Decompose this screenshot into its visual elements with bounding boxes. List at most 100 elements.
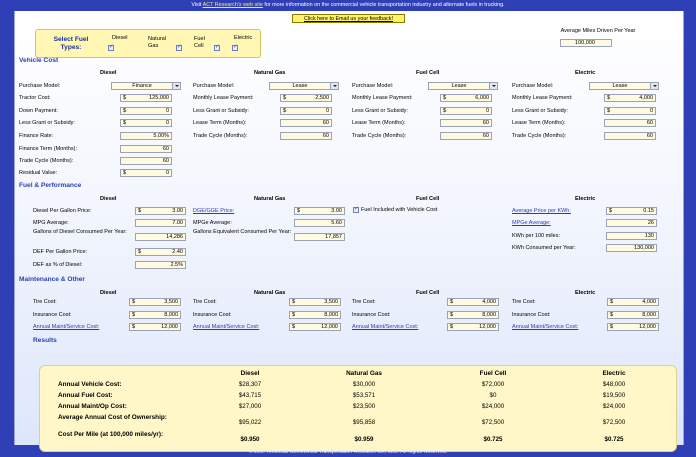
dge-price-link[interactable]: DGE/GGE Price:: [193, 208, 234, 215]
diesel-down-payment-input[interactable]: $0: [120, 107, 172, 115]
electric-checkbox[interactable]: [232, 44, 238, 51]
vehicle-col-el: Electric: [575, 70, 596, 76]
el-term-input[interactable]: 60: [604, 119, 656, 127]
el-kwhyr-label: KWh Consumed per Year:: [512, 245, 576, 251]
el-maint-input[interactable]: $12,000: [607, 323, 659, 331]
fc-tire-input[interactable]: $4,000: [447, 298, 499, 306]
fc-term-label: Lease Term (Months):: [352, 120, 406, 126]
el-maint-link[interactable]: Annual Maint/Service Cost:: [512, 324, 578, 331]
def-pct-label: DEF as % of Diesel:: [33, 262, 83, 268]
results-col-fc: Fuel Cell: [479, 370, 507, 377]
fc-cycle-label: Trade Cycle (Months):: [352, 133, 407, 139]
top-info-text-end: for more information on the commercial v…: [262, 2, 505, 8]
diesel-finance-rate-input[interactable]: 5.00%: [120, 132, 172, 140]
ng-insurance-input[interactable]: $8,000: [289, 311, 341, 319]
top-info-bar: Visit ACT Research's web site for more i…: [0, 0, 696, 11]
fc-term-input[interactable]: 60: [440, 119, 492, 127]
el-price-link[interactable]: Average Price per KWh:: [512, 208, 571, 215]
diesel-insurance-input[interactable]: $8,000: [129, 311, 181, 319]
diesel-checkbox[interactable]: [108, 44, 114, 51]
el-mpge-link[interactable]: MPGe Average:: [512, 220, 551, 227]
el-insurance-label: Insurance Cost:: [512, 312, 551, 318]
diesel-residual-label: Residual Value:: [19, 170, 58, 176]
el-avg-annual-cost: $72,500: [602, 419, 626, 426]
diesel-price-input[interactable]: $3.00: [135, 207, 186, 215]
diesel-maint-link[interactable]: Annual Maint/Service Cost:: [33, 324, 99, 331]
el-purchase-model-select[interactable]: Lease: [589, 82, 659, 90]
ng-maint-input[interactable]: $12,000: [289, 323, 341, 331]
el-grant-input[interactable]: $0: [604, 107, 656, 115]
fc-lease-input[interactable]: $6,000: [440, 94, 492, 102]
ng-mpge-input[interactable]: 5.60: [294, 219, 345, 227]
diesel-maint-input[interactable]: $12,000: [129, 323, 181, 331]
fc-maint-input[interactable]: $12,000: [447, 323, 499, 331]
el-tire-input[interactable]: $4,000: [607, 298, 659, 306]
fc-grant-label: Less Grant or Subsidy:: [352, 108, 408, 114]
chevron-down-icon: [650, 83, 658, 89]
diesel-purchase-model-select[interactable]: Finance: [111, 82, 181, 90]
ng-price-input[interactable]: $3.00: [294, 207, 345, 215]
el-lease-input[interactable]: $4,000: [604, 94, 656, 102]
results-col-diesel: Diesel: [240, 370, 260, 377]
el-annual-vehicle-cost: $48,000: [602, 381, 626, 388]
fc-avg-annual-cost: $72,500: [481, 419, 505, 426]
fuel-option-electric-label: Electric: [234, 35, 253, 41]
fuel-included-checkbox[interactable]: [353, 206, 359, 213]
fc-tire-label: Tire Cost:: [352, 299, 376, 305]
diesel-annual-vehicle-cost: $28,307: [238, 381, 262, 388]
fuel-col-ng: Natural Gas: [254, 196, 286, 202]
result-label-avg-annual: Average Annual Cost of Ownership:: [58, 414, 167, 421]
chevron-down-icon: [172, 83, 180, 89]
avg-miles-label: Average Miles Driven Per Year: [560, 28, 636, 34]
diesel-gallons-value: 14,286: [135, 233, 186, 241]
fuel-types-title: Select Fuel Types:: [53, 36, 89, 51]
ng-term-label: Lease Term (Months):: [193, 120, 247, 126]
diesel-insurance-label: Insurance Cost:: [33, 312, 72, 318]
ng-tire-input[interactable]: $3,500: [289, 298, 341, 306]
diesel-residual-input[interactable]: $0: [120, 169, 172, 177]
diesel-annual-fuel-cost: $43,715: [238, 392, 262, 399]
diesel-finance-term-input[interactable]: 60: [120, 145, 172, 153]
el-purchase-model-label: Purchase Model:: [512, 83, 554, 89]
natural-gas-checkbox[interactable]: [176, 44, 182, 51]
ng-lease-input[interactable]: $2,500: [280, 94, 332, 102]
el-mpge-input[interactable]: 26: [606, 219, 657, 227]
ng-purchase-model-select[interactable]: Lease: [269, 82, 339, 90]
diesel-trade-cycle-input[interactable]: 60: [120, 157, 172, 165]
diesel-tractor-cost-input[interactable]: $125,000: [120, 94, 172, 102]
fuel-col-fc: Fuel Cell: [416, 196, 440, 202]
ng-term-input[interactable]: 60: [280, 119, 332, 127]
diesel-price-label: Diesel Per Gallon Price:: [33, 208, 92, 214]
ng-mpge-label: MPGe Average:: [193, 220, 232, 226]
vehicle-col-ng: Natural Gas: [254, 70, 286, 76]
diesel-tire-input[interactable]: $3,500: [129, 298, 181, 306]
diesel-grant-input[interactable]: $0: [120, 119, 172, 127]
diesel-finance-rate-label: Finance Rate:: [19, 133, 54, 139]
fuel-cell-checkbox[interactable]: [214, 44, 220, 51]
fc-cycle-input[interactable]: 60: [440, 132, 492, 140]
def-price-input[interactable]: $2.40: [135, 248, 186, 256]
fuel-col-diesel: Diesel: [100, 196, 117, 202]
ng-maint-link[interactable]: Annual Maint/Service Cost:: [193, 324, 259, 331]
el-kwh100-input[interactable]: 130: [606, 232, 657, 240]
el-kwhyr-value: 130,000: [606, 244, 657, 252]
fc-insurance-input[interactable]: $8,000: [447, 311, 499, 319]
maint-col-fc: Fuel Cell: [416, 290, 440, 296]
ng-cycle-input[interactable]: 60: [280, 132, 332, 140]
fc-purchase-model-label: Purchase Model:: [352, 83, 394, 89]
act-research-link[interactable]: ACT Research's web site: [203, 2, 263, 8]
fc-maint-link[interactable]: Annual Maint/Service Cost:: [352, 324, 418, 331]
fc-grant-input[interactable]: $0: [440, 107, 492, 115]
ng-grant-input[interactable]: $0: [280, 107, 332, 115]
el-price-input[interactable]: $0.15: [606, 207, 657, 215]
el-insurance-input[interactable]: $8,000: [607, 311, 659, 319]
def-pct-input[interactable]: 2.5%: [135, 261, 186, 269]
feedback-button[interactable]: Click here to Email us your feedback!: [292, 14, 405, 23]
el-cycle-input[interactable]: 60: [604, 132, 656, 140]
maintenance-section-title: Maintenance & Other: [19, 276, 85, 283]
ng-cycle-label: Trade Cycle (Months):: [193, 133, 248, 139]
fc-purchase-model-select[interactable]: Lease: [428, 82, 498, 90]
diesel-mpg-input[interactable]: 7.00: [135, 219, 186, 227]
avg-miles-input[interactable]: 100,000: [560, 39, 612, 47]
el-term-label: Lease Term (Months):: [512, 120, 566, 126]
